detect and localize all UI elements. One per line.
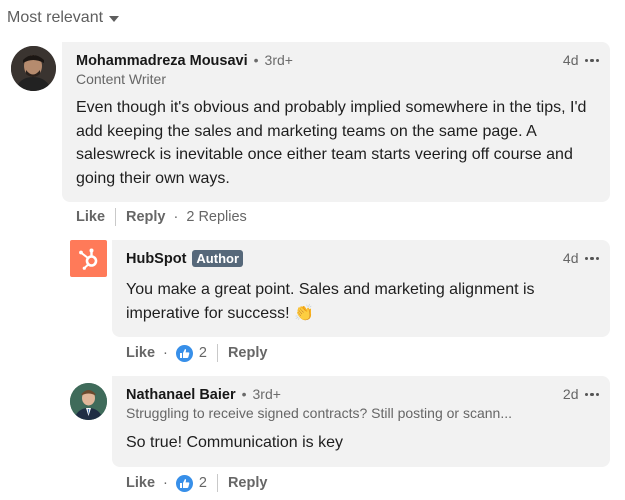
separator-middot: · bbox=[173, 209, 179, 225]
reaction-count[interactable]: 2 bbox=[175, 344, 207, 362]
separator-middot: · bbox=[163, 345, 168, 361]
reply-button[interactable]: Reply bbox=[228, 475, 268, 491]
hubspot-logo-icon[interactable] bbox=[70, 240, 107, 277]
reply-text: So true! Communication is key bbox=[126, 434, 343, 451]
thumbs-up-icon bbox=[175, 474, 193, 492]
reply-button[interactable]: Reply bbox=[126, 209, 166, 225]
comment-author[interactable]: Mohammadreza Mousavi bbox=[76, 53, 248, 69]
reply-button[interactable]: Reply bbox=[228, 345, 268, 361]
replies-link[interactable]: 2 Replies bbox=[186, 209, 246, 225]
connection-degree: 3rd+ bbox=[264, 52, 293, 68]
more-options-icon[interactable] bbox=[584, 58, 599, 63]
like-button[interactable]: Like bbox=[76, 209, 105, 225]
divider bbox=[216, 474, 218, 492]
avatar[interactable] bbox=[11, 46, 56, 91]
author-headline: Content Writer bbox=[76, 71, 166, 87]
divider bbox=[115, 208, 117, 226]
reply-actions: Like · 2 Reply bbox=[126, 344, 267, 362]
sort-dropdown[interactable]: Most relevant bbox=[7, 9, 120, 27]
reply-author[interactable]: Nathanael Baier bbox=[126, 387, 236, 403]
reaction-count[interactable]: 2 bbox=[175, 474, 207, 492]
caret-down-icon bbox=[109, 15, 120, 22]
like-button[interactable]: Like bbox=[126, 345, 155, 361]
avatar[interactable] bbox=[70, 383, 107, 420]
divider bbox=[216, 344, 218, 362]
connection-degree: 3rd+ bbox=[252, 386, 281, 402]
sort-label: Most relevant bbox=[7, 9, 104, 26]
comment-text: Even though it's obvious and probably im… bbox=[76, 99, 587, 187]
more-options-icon[interactable] bbox=[584, 392, 599, 397]
reply-time: 4d bbox=[562, 250, 579, 266]
like-button[interactable]: Like bbox=[126, 475, 155, 491]
reply-actions: Like · 2 Reply bbox=[126, 474, 267, 492]
more-options-icon[interactable] bbox=[584, 256, 599, 261]
comment-actions: Like Reply · 2 Replies bbox=[76, 208, 247, 226]
reply-time: 2d bbox=[562, 386, 579, 402]
reply-text: You make a great point. Sales and market… bbox=[126, 281, 535, 322]
reaction-count-value: 2 bbox=[198, 475, 207, 491]
separator-dot: • bbox=[253, 52, 259, 68]
comment-time: 4d bbox=[562, 52, 579, 68]
separator-dot: • bbox=[241, 386, 247, 402]
thumbs-up-icon bbox=[175, 344, 193, 362]
reply-author[interactable]: HubSpot bbox=[126, 251, 186, 267]
author-badge: Author bbox=[192, 250, 244, 267]
reaction-count-value: 2 bbox=[198, 345, 207, 361]
author-headline: Struggling to receive signed contracts? … bbox=[126, 405, 512, 421]
separator-middot: · bbox=[163, 475, 168, 491]
